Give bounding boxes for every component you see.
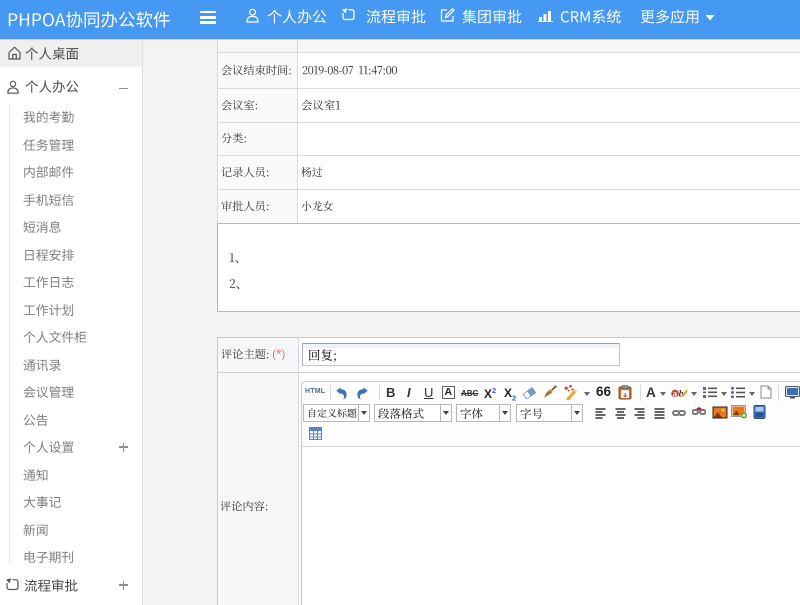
svg-text:a: a	[673, 389, 678, 399]
